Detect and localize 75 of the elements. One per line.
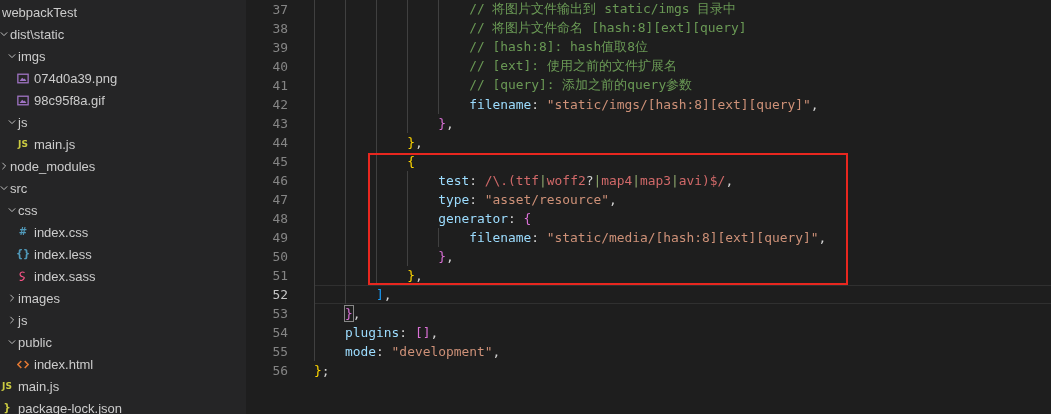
code-line: filename: "static/imgs/[hash:8][ext][query]", bbox=[469, 97, 819, 112]
line-number: 49 bbox=[271, 230, 288, 245]
chevron-icon[interactable] bbox=[0, 162, 8, 170]
code-line: }; bbox=[314, 363, 330, 378]
image-file-icon bbox=[17, 72, 29, 84]
file-item[interactable]: index.html bbox=[34, 356, 94, 372]
line-number: 37 bbox=[271, 2, 288, 17]
code-line: { bbox=[407, 154, 415, 169]
code-line: ], bbox=[376, 287, 392, 302]
line-number: 43 bbox=[271, 116, 288, 131]
code-line: plugins: [], bbox=[345, 325, 439, 340]
line-number: 55 bbox=[271, 344, 288, 359]
json-file-icon: } bbox=[3, 403, 11, 413]
line-number: 41 bbox=[271, 78, 288, 93]
chevron-icon[interactable] bbox=[8, 52, 16, 60]
file-item[interactable]: 074d0a39.png bbox=[34, 70, 118, 86]
code-line: filename: "static/media/[hash:8][ext][query]", bbox=[469, 230, 827, 245]
code-line: // 将图片文件输出到 static/imgs 目录中 bbox=[469, 1, 737, 18]
code-line: // [ext]: 使用之前的文件扩展名 bbox=[469, 58, 677, 75]
code-line: }, bbox=[407, 135, 423, 150]
line-number: 46 bbox=[271, 173, 288, 188]
file-item[interactable]: 98c95f8a.gif bbox=[34, 92, 105, 108]
code-line: }, bbox=[438, 249, 454, 264]
line-number: 53 bbox=[271, 306, 288, 321]
line-number: 52 bbox=[271, 287, 288, 302]
folder-item[interactable]: public bbox=[18, 334, 52, 350]
chevron-icon[interactable] bbox=[8, 316, 16, 324]
file-item[interactable]: index.less bbox=[34, 246, 92, 262]
chevron-icon[interactable] bbox=[8, 338, 16, 346]
line-number: 39 bbox=[271, 40, 288, 55]
folder-item[interactable]: js bbox=[18, 114, 28, 130]
code-line: // [hash:8]: hash值取8位 bbox=[469, 39, 648, 56]
line-number: 51 bbox=[271, 268, 288, 283]
js-file-icon: JS bbox=[18, 139, 28, 149]
code-line: // 将图片文件命名 [hash:8][ext][query] bbox=[469, 20, 747, 37]
file-item[interactable]: index.css bbox=[34, 224, 89, 240]
folder-item[interactable]: imgs bbox=[18, 48, 46, 64]
file-item[interactable]: main.js bbox=[18, 378, 60, 394]
code-line: }, bbox=[438, 116, 454, 131]
line-number: 42 bbox=[271, 97, 288, 112]
chevron-icon[interactable] bbox=[8, 118, 16, 126]
line-number: 44 bbox=[271, 135, 288, 150]
folder-item[interactable]: node_modules bbox=[10, 158, 96, 174]
line-number: 40 bbox=[271, 59, 288, 74]
line-number: 38 bbox=[271, 21, 288, 36]
line-number: 50 bbox=[271, 249, 288, 264]
code-line: type: "asset/resource", bbox=[438, 192, 617, 207]
file-item[interactable]: index.sass bbox=[34, 268, 96, 284]
folder-item[interactable]: src bbox=[10, 180, 28, 196]
folder-item[interactable]: dist\static bbox=[10, 26, 65, 42]
code-line: generator: { bbox=[438, 211, 532, 226]
line-number: 48 bbox=[271, 211, 288, 226]
chevron-icon[interactable] bbox=[0, 184, 8, 192]
folder-item[interactable]: css bbox=[18, 202, 38, 218]
chevron-icon[interactable] bbox=[0, 30, 8, 38]
chevron-icon[interactable] bbox=[8, 294, 16, 302]
code-line: }, bbox=[345, 306, 361, 321]
js-file-icon: JS bbox=[2, 381, 12, 391]
line-number: 47 bbox=[271, 192, 288, 207]
line-number: 56 bbox=[271, 363, 288, 378]
folder-item[interactable]: images bbox=[18, 290, 60, 306]
code-line: mode: "development", bbox=[345, 344, 501, 359]
css-file-icon: # bbox=[18, 227, 28, 237]
code-line: // [query]: 添加之前的query参数 bbox=[469, 77, 693, 94]
line-number: 45 bbox=[271, 154, 288, 169]
chevron-icon[interactable] bbox=[8, 206, 16, 214]
line-number: 54 bbox=[271, 325, 288, 340]
workspace-root[interactable]: webpackTest bbox=[0, 1, 246, 23]
less-file-icon: {} bbox=[15, 249, 31, 259]
file-item[interactable]: main.js bbox=[34, 136, 76, 152]
image-file-icon bbox=[17, 94, 29, 106]
folder-item[interactable]: js bbox=[18, 312, 28, 328]
code-brackets-icon bbox=[17, 358, 29, 370]
code-line: test: /\.(ttf|woff2?|map4|map3|avi)$/, bbox=[438, 173, 734, 188]
code-line: }, bbox=[407, 268, 423, 283]
